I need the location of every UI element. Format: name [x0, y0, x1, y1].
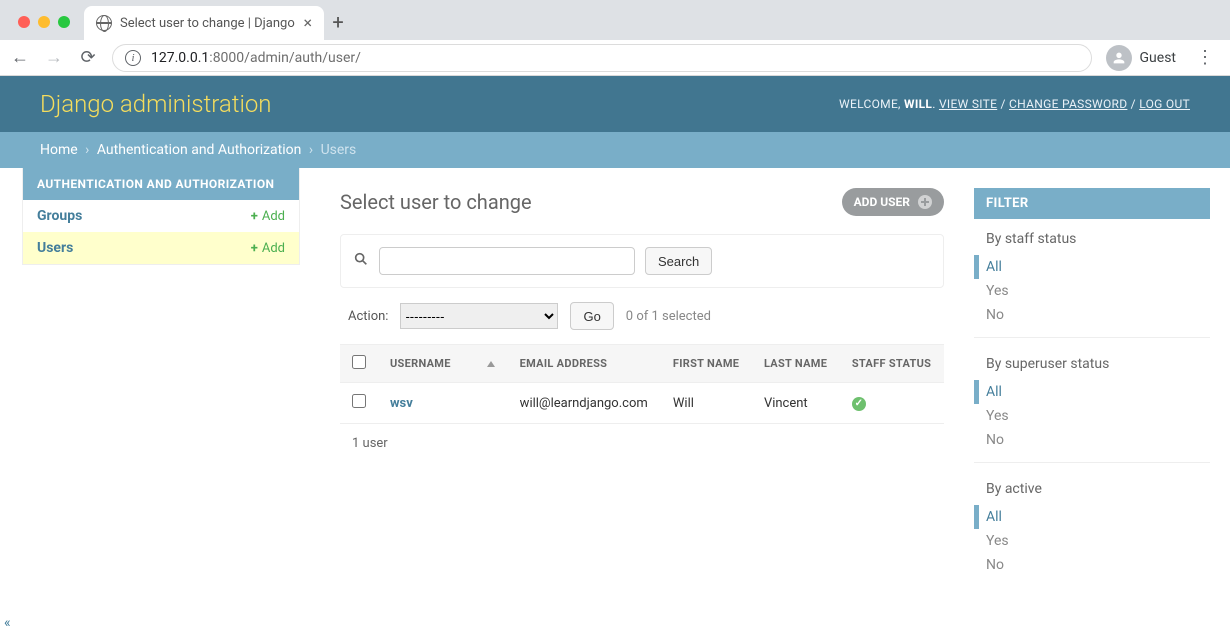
profile-chip[interactable]: Guest: [1106, 45, 1176, 71]
plus-icon: +: [251, 241, 258, 256]
actions-bar: Action: --------- Go 0 of 1 selected: [340, 288, 944, 344]
sidebar-caption: AUTHENTICATION AND AUTHORIZATION: [23, 168, 299, 200]
action-label: Action:: [348, 309, 388, 324]
action-select[interactable]: ---------: [400, 303, 558, 329]
row-checkbox[interactable]: [352, 394, 366, 408]
browser-menu-icon[interactable]: ⋮: [1190, 47, 1220, 68]
address-bar[interactable]: i 127.0.0.1:8000/admin/auth/user/: [112, 44, 1092, 72]
new-tab-button[interactable]: +: [324, 10, 352, 40]
users-table: USERNAME EMAIL ADDRESS FIRST NAME LAST N…: [340, 344, 944, 424]
search-toolbar: Search: [340, 234, 944, 288]
site-header: Django administration WELCOME, WILL. VIE…: [0, 76, 1230, 132]
filter-option[interactable]: No: [974, 428, 1210, 452]
crumb-home[interactable]: Home: [40, 142, 78, 158]
table-row: wsv will@learndjango.com Will Vincent ✓: [340, 383, 944, 424]
browser-tab-bar: Select user to change | Django × +: [0, 0, 1230, 40]
sidebar-item-users[interactable]: Users +Add: [23, 232, 299, 264]
sidebar-item-label[interactable]: Groups: [37, 208, 82, 224]
search-button[interactable]: Search: [645, 247, 712, 275]
view-site-link[interactable]: VIEW SITE: [939, 97, 997, 111]
page-title: Select user to change: [340, 190, 532, 214]
avatar-icon: [1106, 45, 1132, 71]
cell-email: will@learndjango.com: [508, 383, 661, 424]
filter-section-staff: By staff status All Yes No: [974, 219, 1210, 338]
search-input[interactable]: [379, 247, 635, 275]
window-controls: [10, 16, 78, 40]
username-text: WILL: [904, 97, 932, 111]
sidebar: AUTHENTICATION AND AUTHORIZATION Groups …: [0, 168, 300, 613]
col-first-name[interactable]: FIRST NAME: [661, 345, 752, 383]
user-tools: WELCOME, WILL. VIEW SITE / CHANGE PASSWO…: [839, 97, 1190, 111]
check-icon: ✓: [852, 397, 866, 411]
col-email[interactable]: EMAIL ADDRESS: [508, 345, 661, 383]
add-user-button[interactable]: ADD USER: [842, 188, 944, 216]
sort-asc-icon: [487, 361, 495, 367]
sidebar-item-groups[interactable]: Groups +Add: [23, 200, 299, 232]
filter-title: By active: [974, 469, 1210, 505]
col-username[interactable]: USERNAME: [378, 345, 508, 383]
forward-button: →: [44, 47, 64, 68]
plus-icon: +: [251, 209, 258, 224]
reload-button[interactable]: ⟳: [78, 47, 98, 68]
close-window-icon[interactable]: [18, 16, 30, 28]
logout-link[interactable]: LOG OUT: [1139, 97, 1190, 111]
welcome-text: WELCOME,: [839, 97, 901, 111]
sidebar-add-users[interactable]: +Add: [251, 241, 285, 256]
content: Select user to change ADD USER Search Ac…: [340, 188, 944, 463]
cell-staff-status: ✓: [840, 383, 944, 424]
filter-option[interactable]: Yes: [974, 279, 1210, 303]
paginator: 1 user: [340, 424, 944, 463]
select-all-checkbox[interactable]: [352, 355, 366, 369]
tab-title: Select user to change | Django: [120, 16, 295, 31]
sidebar-toggle[interactable]: «: [4, 615, 11, 631]
filter-option[interactable]: All: [974, 380, 1210, 404]
site-info-icon[interactable]: i: [125, 50, 141, 66]
breadcrumb: Home › Authentication and Authorization …: [0, 132, 1230, 168]
close-tab-icon[interactable]: ×: [303, 15, 312, 31]
sidebar-item-label[interactable]: Users: [37, 240, 73, 256]
filter-option[interactable]: All: [974, 505, 1210, 529]
cell-last-name: Vincent: [752, 383, 840, 424]
crumb-app[interactable]: Authentication and Authorization: [97, 142, 302, 158]
username-link[interactable]: wsv: [390, 396, 413, 411]
filter-title: By superuser status: [974, 344, 1210, 380]
col-staff-status[interactable]: STAFF STATUS: [840, 345, 944, 383]
filter-option[interactable]: Yes: [974, 529, 1210, 553]
filter-caption: FILTER: [974, 188, 1210, 219]
url-text: 127.0.0.1:8000/admin/auth/user/: [151, 50, 361, 66]
filter-section-superuser: By superuser status All Yes No: [974, 344, 1210, 463]
sidebar-add-groups[interactable]: +Add: [251, 209, 285, 224]
back-button[interactable]: ←: [10, 47, 30, 68]
col-last-name[interactable]: LAST NAME: [752, 345, 840, 383]
cell-first-name: Will: [661, 383, 752, 424]
profile-label: Guest: [1140, 50, 1176, 66]
filter-option[interactable]: All: [974, 255, 1210, 279]
selection-counter: 0 of 1 selected: [626, 309, 711, 324]
filter-panel: FILTER By staff status All Yes No By sup…: [974, 188, 1210, 593]
filter-option[interactable]: No: [974, 303, 1210, 327]
site-brand[interactable]: Django administration: [40, 90, 272, 118]
filter-title: By staff status: [974, 219, 1210, 255]
go-button[interactable]: Go: [570, 302, 613, 330]
filter-option[interactable]: No: [974, 553, 1210, 577]
filter-section-active: By active All Yes No: [974, 469, 1210, 587]
change-password-link[interactable]: CHANGE PASSWORD: [1009, 97, 1127, 111]
browser-tab[interactable]: Select user to change | Django ×: [84, 6, 324, 40]
search-icon: [353, 251, 369, 271]
minimize-window-icon[interactable]: [38, 16, 50, 28]
filter-option[interactable]: Yes: [974, 404, 1210, 428]
maximize-window-icon[interactable]: [58, 16, 70, 28]
globe-icon: [96, 15, 112, 31]
crumb-current: Users: [321, 142, 357, 158]
plus-circle-icon: [918, 195, 932, 209]
browser-toolbar: ← → ⟳ i 127.0.0.1:8000/admin/auth/user/ …: [0, 40, 1230, 76]
